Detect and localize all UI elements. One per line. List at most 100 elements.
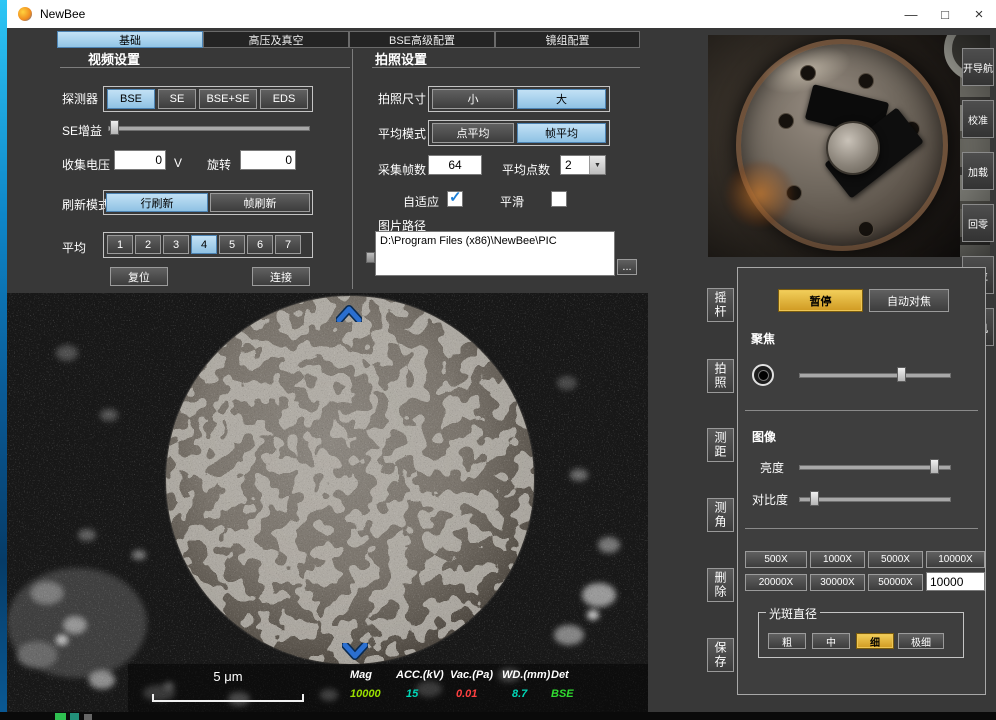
collect-voltage-input[interactable] — [114, 150, 166, 170]
mag-button-50000x[interactable]: 50000X — [868, 574, 923, 591]
detector-option-se[interactable]: SE — [158, 89, 196, 109]
contrast-slider[interactable] — [799, 491, 951, 507]
close-button[interactable]: × — [962, 0, 996, 28]
taskbar-icon[interactable] — [84, 714, 92, 720]
mag-button-30000x[interactable]: 30000X — [810, 574, 865, 591]
side-button-measure-distance[interactable]: 测距 — [707, 428, 734, 462]
video-settings-title: 视频设置 — [88, 49, 140, 68]
smooth-label: 平滑 — [500, 193, 524, 210]
average-option-6[interactable]: 6 — [247, 235, 273, 254]
avg-points-label: 平均点数 — [502, 161, 550, 178]
refresh-option-line[interactable]: 行刷新 — [106, 193, 208, 212]
maximize-button[interactable]: □ — [928, 0, 962, 28]
mag-button-5000x[interactable]: 5000X — [868, 551, 923, 568]
average-option-3[interactable]: 3 — [163, 235, 189, 254]
side-button-delete[interactable]: 删除 — [707, 568, 734, 602]
sem-micrograph — [7, 293, 648, 712]
divider — [745, 528, 978, 529]
info-header-acc: ACC.(kV) — [396, 669, 444, 681]
size-option-large[interactable]: 大 — [517, 89, 606, 109]
slider-thumb[interactable] — [897, 367, 906, 382]
slider-thumb[interactable] — [930, 459, 939, 474]
spot-option-extra-fine[interactable]: 极细 — [898, 633, 944, 649]
tab-lens-config[interactable]: 镜组配置 — [495, 31, 640, 48]
mag-button-10000x[interactable]: 10000X — [926, 551, 985, 568]
slider-track — [799, 373, 951, 378]
spot-option-medium[interactable]: 中 — [812, 633, 850, 649]
info-value-acc: 15 — [406, 688, 418, 700]
frames-input[interactable] — [428, 155, 482, 175]
detector-label: 探测器 — [62, 90, 98, 107]
detector-option-eds[interactable]: EDS — [260, 89, 308, 109]
average-option-7[interactable]: 7 — [275, 235, 301, 254]
average-option-4[interactable]: 4 — [191, 235, 217, 254]
chevron-down-icon[interactable]: ▼ — [589, 156, 605, 174]
se-gain-slider[interactable] — [108, 120, 310, 136]
check-icon: ✓ — [449, 188, 462, 206]
camera-vignette — [708, 35, 990, 257]
slider-track — [799, 465, 951, 470]
focus-slider[interactable] — [799, 367, 951, 383]
brightness-label: 亮度 — [760, 459, 784, 476]
mag-input[interactable] — [926, 572, 985, 591]
tab-hv-vacuum[interactable]: 高压及真空 — [203, 31, 349, 48]
average-option-5[interactable]: 5 — [219, 235, 245, 254]
mag-button-500x[interactable]: 500X — [745, 551, 807, 568]
slider-thumb[interactable] — [110, 120, 119, 135]
side-button-capture[interactable]: 拍照 — [707, 359, 734, 393]
nav-button-load[interactable]: 加载 — [962, 152, 994, 190]
detector-option-bse[interactable]: BSE — [107, 89, 155, 109]
avg-points-dropdown[interactable]: 2 ▼ — [560, 155, 606, 175]
info-header-wd: WD.(mm) — [502, 669, 550, 681]
browse-button[interactable]: ... — [617, 259, 637, 275]
adaptive-checkbox[interactable]: ✓ — [447, 191, 463, 207]
rotation-input[interactable] — [240, 150, 296, 170]
slider-track — [799, 497, 951, 502]
image-path-text: D:\Program Files (x86)\NewBee\PIC — [380, 235, 557, 247]
focus-label: 聚焦 — [751, 330, 775, 347]
taskbar-icon[interactable] — [55, 713, 66, 720]
nav-button-calibrate[interactable]: 校准 — [962, 100, 994, 138]
spot-option-coarse[interactable]: 粗 — [768, 633, 806, 649]
info-header-det: Det — [551, 669, 569, 681]
grip-icon — [366, 252, 375, 263]
divider — [372, 67, 640, 68]
size-option-small[interactable]: 小 — [432, 89, 514, 109]
detector-option-bse-se[interactable]: BSE+SE — [199, 89, 257, 109]
mag-button-1000x[interactable]: 1000X — [810, 551, 865, 568]
smooth-checkbox[interactable] — [551, 191, 567, 207]
tab-bse-advanced[interactable]: BSE高级配置 — [349, 31, 495, 48]
slider-thumb[interactable] — [810, 491, 819, 506]
frames-label: 采集帧数 — [378, 161, 426, 178]
reset-button[interactable]: 复位 — [110, 267, 168, 286]
record-icon[interactable] — [752, 364, 774, 386]
title-bar — [7, 0, 996, 28]
side-button-save[interactable]: 保存 — [707, 638, 734, 672]
taskbar-icon[interactable] — [70, 713, 79, 720]
tab-basic[interactable]: 基础 — [57, 31, 203, 48]
scale-bar-text: 5 μm — [152, 669, 304, 684]
avg-mode-point[interactable]: 点平均 — [432, 123, 514, 143]
mag-button-20000x[interactable]: 20000X — [745, 574, 807, 591]
autofocus-button[interactable]: 自动对焦 — [869, 289, 949, 312]
brightness-slider[interactable] — [799, 459, 951, 475]
average-option-2[interactable]: 2 — [135, 235, 161, 254]
avg-mode-frame[interactable]: 帧平均 — [517, 123, 606, 143]
nav-button-home[interactable]: 回零 — [962, 204, 994, 242]
spot-option-fine[interactable]: 细 — [856, 633, 894, 649]
pause-button[interactable]: 暂停 — [778, 289, 863, 312]
image-path-box[interactable]: D:\Program Files (x86)\NewBee\PIC — [375, 231, 615, 276]
pan-up-arrow[interactable] — [336, 305, 362, 322]
sem-image[interactable] — [7, 293, 648, 712]
contrast-label: 对比度 — [752, 491, 788, 508]
average-label: 平均 — [62, 239, 86, 256]
side-button-measure-angle[interactable]: 测角 — [707, 498, 734, 532]
average-option-1[interactable]: 1 — [107, 235, 133, 254]
pan-down-arrow[interactable] — [342, 643, 368, 660]
nav-button-start-navigation[interactable]: 开导航 — [962, 48, 994, 86]
image-section-label: 图像 — [752, 428, 776, 445]
refresh-option-frame[interactable]: 帧刷新 — [210, 193, 310, 212]
minimize-button[interactable]: — — [894, 0, 928, 28]
side-button-joystick[interactable]: 摇杆 — [707, 288, 734, 322]
connect-button[interactable]: 连接 — [252, 267, 310, 286]
